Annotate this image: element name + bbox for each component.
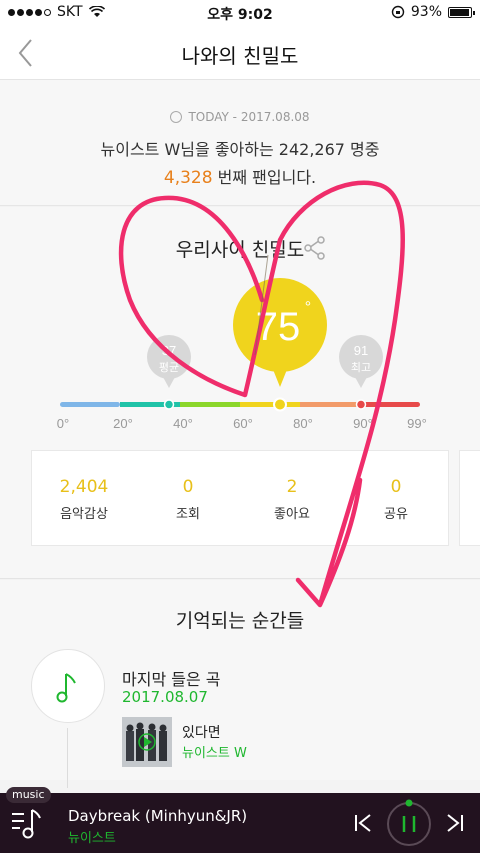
- fan-rank-number: 4,328: [163, 168, 213, 188]
- average-dot: [163, 399, 175, 410]
- scale-segment-5: [300, 402, 360, 407]
- pause-button[interactable]: [385, 797, 433, 847]
- memories-heading: 기억되는 순간들: [175, 610, 305, 632]
- tick-60: 60°: [233, 416, 253, 431]
- average-value: 37: [162, 343, 176, 358]
- stat-label: 공유: [384, 507, 408, 522]
- album-art-image[interactable]: [122, 717, 172, 767]
- scale-segment-6: [360, 402, 420, 407]
- fan-rank-text: 4,328 번째 팬입니다.: [163, 168, 317, 188]
- previous-track-button[interactable]: [348, 808, 378, 838]
- stat-listening: 2,404 음악감상: [32, 451, 136, 545]
- stat-value: 0: [390, 477, 402, 497]
- music-note-icon: [31, 649, 105, 723]
- stat-label: 음악감상: [60, 507, 108, 522]
- tick-40: 40°: [173, 416, 193, 431]
- scale-segment-3: [180, 402, 240, 407]
- tick-90: 90°: [353, 416, 373, 431]
- intimacy-gauge: 37 평균 91 최고 75 ° 0° 20° 40° 60° 80° 90° …: [57, 278, 427, 431]
- player-track-artist[interactable]: 뉴이스트: [68, 827, 116, 846]
- tick-99: 99°: [407, 416, 427, 431]
- best-label: 최고: [351, 361, 371, 374]
- tick-20: 20°: [113, 416, 133, 431]
- battery-percent: 93%: [410, 4, 442, 20]
- stat-shares: 0 공유: [344, 451, 448, 545]
- player-track-title[interactable]: Daybreak (Minhyun&JR): [68, 807, 247, 825]
- battery-icon: [448, 6, 475, 18]
- best-value: 91: [354, 343, 368, 358]
- average-label: 평균: [159, 361, 179, 374]
- stat-value: 2: [286, 477, 298, 497]
- playlist-icon[interactable]: [8, 806, 48, 842]
- current-dot: [273, 397, 287, 412]
- today-date: TODAY - 2017.08.08: [0, 110, 480, 124]
- memory-date: 2017.08.07: [122, 688, 208, 706]
- stat-value: 2,404: [59, 477, 109, 497]
- next-card-peek[interactable]: [459, 450, 480, 546]
- average-marker: 37 평균: [147, 335, 191, 410]
- memories-section: 기억되는 순간들 마지막 들은 곡 2017.08.07 있다면 뉴이스트 W: [0, 580, 480, 788]
- scale-segment-1: [60, 402, 120, 407]
- current-marker: 75 °: [233, 278, 327, 412]
- stat-label: 조회: [176, 507, 200, 522]
- clock-icon: [170, 111, 183, 123]
- nav-bar: 나와의 친밀도: [0, 26, 480, 80]
- stat-value: 0: [182, 477, 194, 497]
- memory-title: 마지막 들은 곡: [122, 670, 221, 689]
- rotation-lock-icon: [391, 5, 405, 19]
- activity-stats-card: 2,404 음악감상 0 조회 2 좋아요 0 공유: [31, 450, 449, 546]
- best-dot: [355, 399, 367, 410]
- tick-80: 80°: [293, 416, 313, 431]
- stat-views: 0 조회: [136, 451, 240, 545]
- song-title[interactable]: 있다면: [182, 722, 221, 742]
- fan-count-text: 뉴이스트 W님을 좋아하는 242,267 명중: [100, 140, 380, 159]
- fan-rank-section: TODAY - 2017.08.08 뉴이스트 W님을 좋아하는 242,267…: [0, 80, 480, 206]
- stat-label: 좋아요: [274, 507, 310, 522]
- current-degree: °: [305, 299, 311, 316]
- status-bar: SKT 오후 9:02 93%: [0, 0, 480, 26]
- stat-likes: 2 좋아요: [240, 451, 344, 545]
- tick-0: 0°: [57, 416, 69, 431]
- timeline-line: [67, 728, 68, 788]
- scale-segment-4: [240, 402, 300, 407]
- current-value: 75: [256, 305, 301, 349]
- next-track-button[interactable]: [440, 808, 470, 838]
- page-title: 나와의 친밀도: [181, 44, 299, 68]
- song-artist[interactable]: 뉴이스트 W: [182, 742, 247, 761]
- best-marker: 91 최고: [339, 335, 383, 410]
- music-badge: music: [6, 787, 51, 803]
- intimacy-section: 우리사이 친밀도 37 평균 91 최고 75 ° 0° 20° 40° 60°…: [0, 207, 480, 579]
